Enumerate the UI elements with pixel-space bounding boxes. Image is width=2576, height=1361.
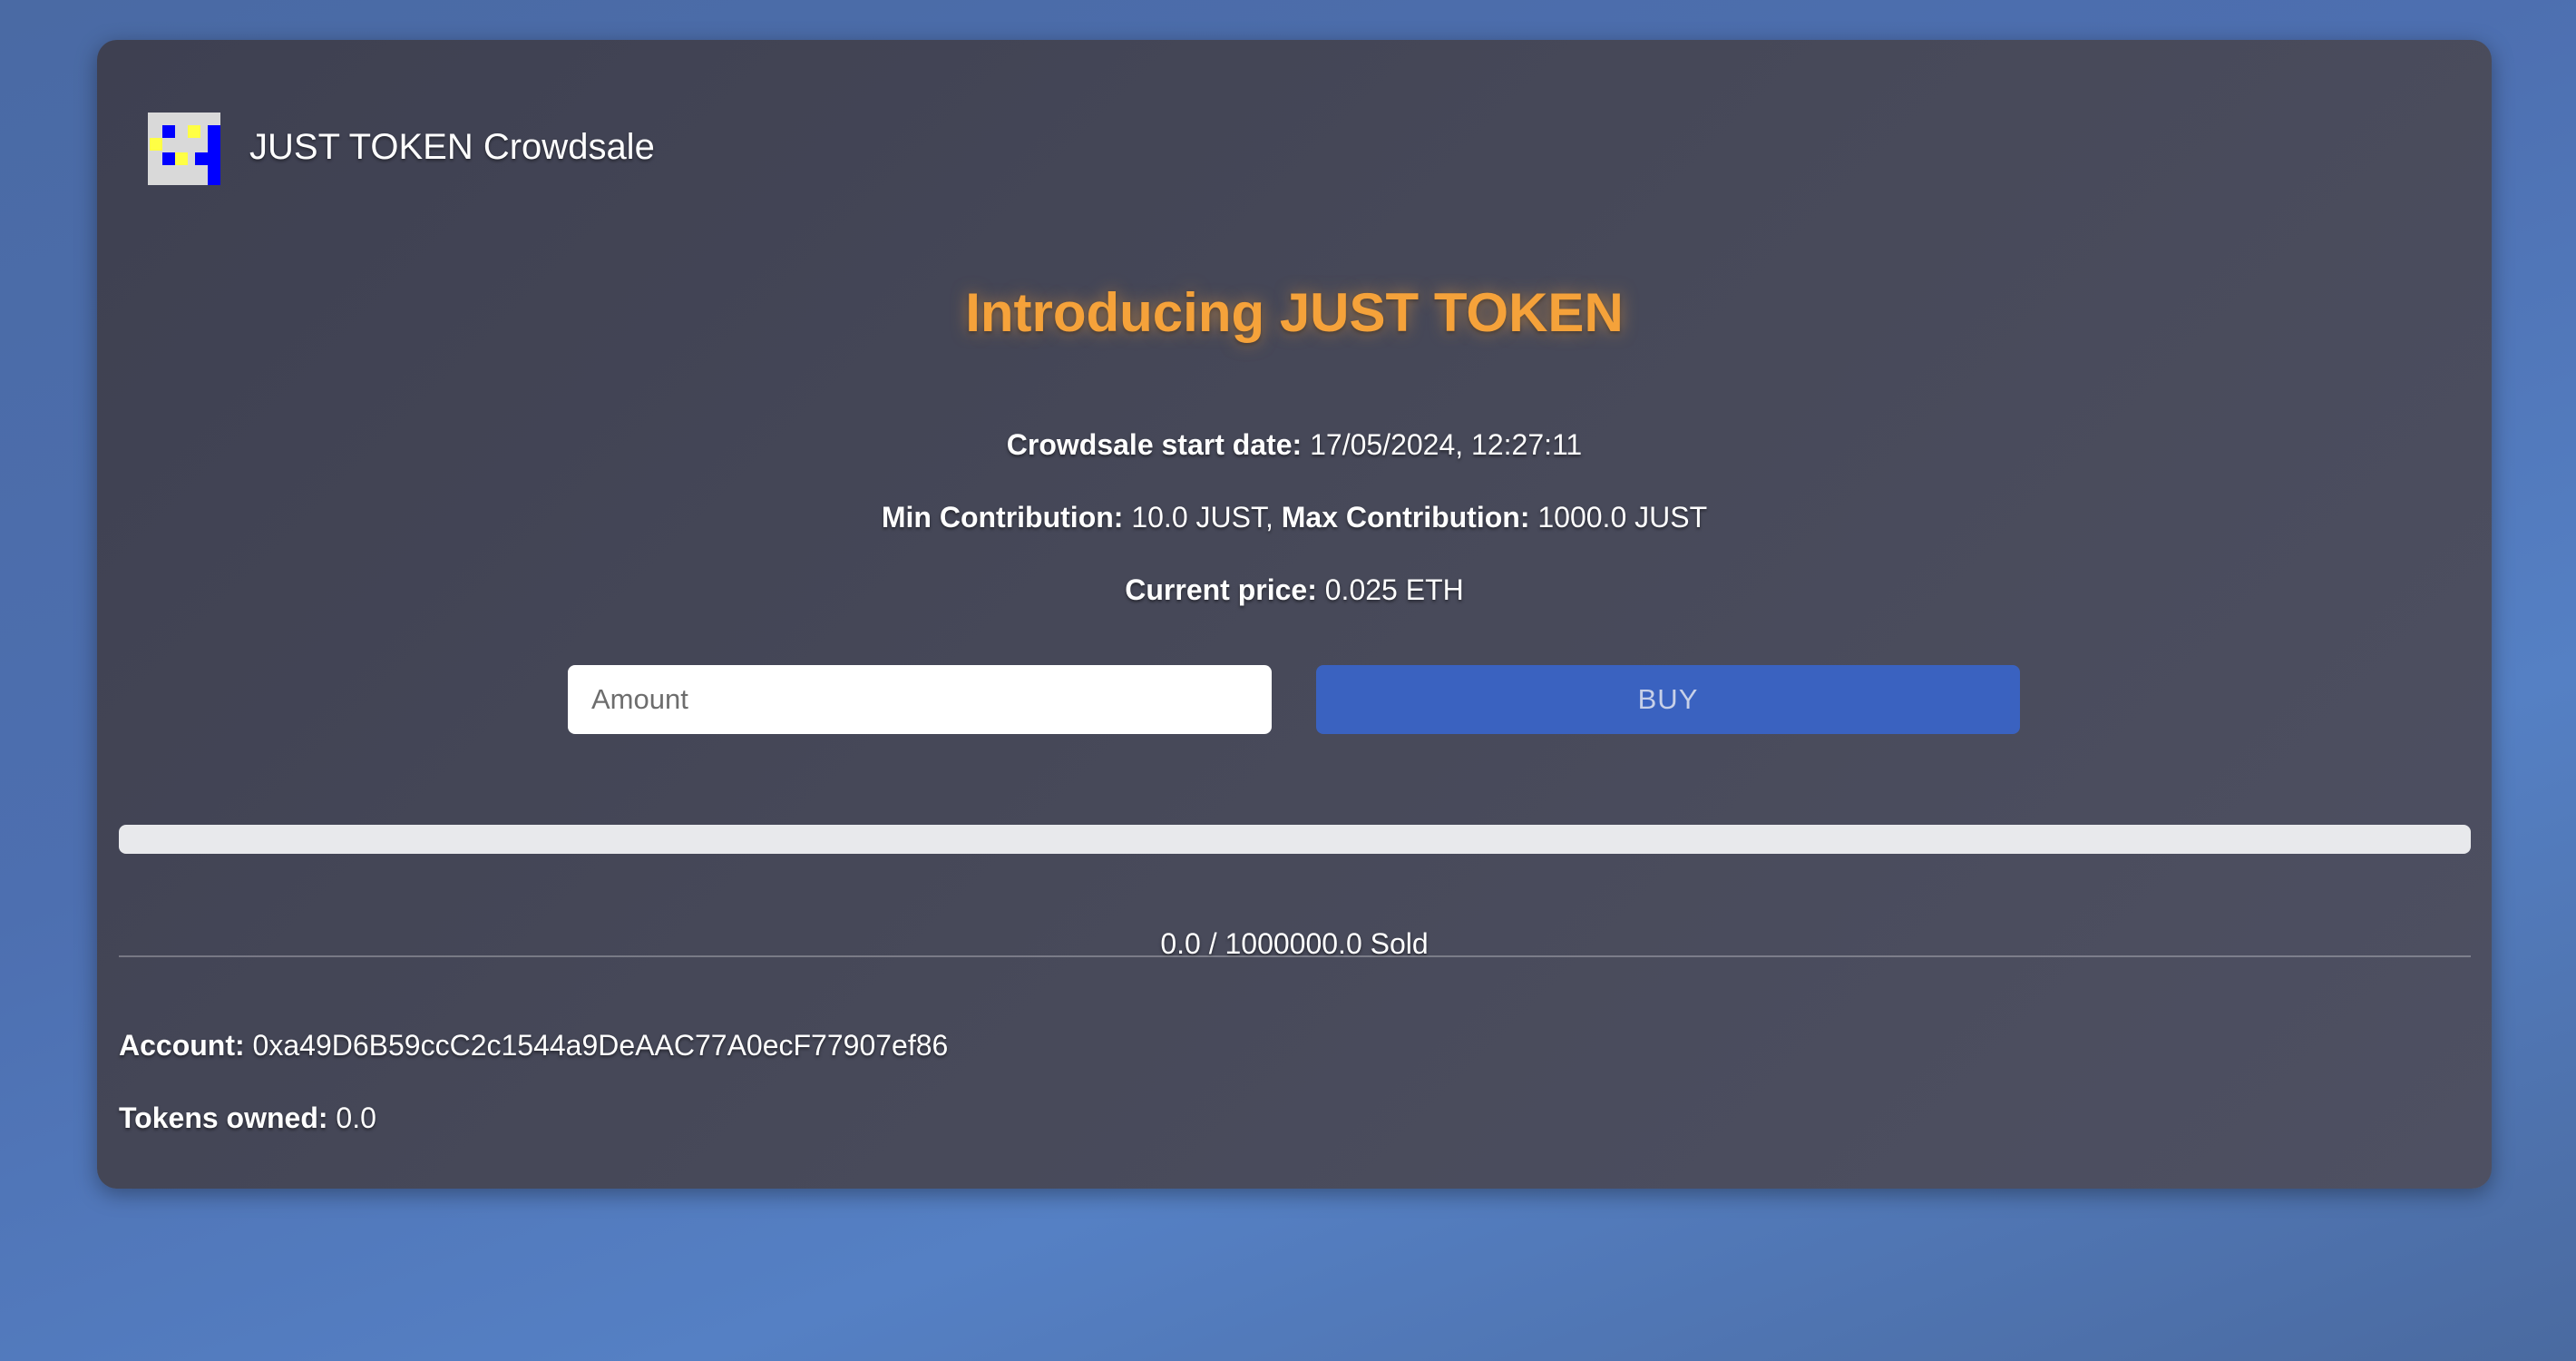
- account-line: Account: 0xa49D6B59ccC2c1544a9DeAAC77A0e…: [119, 1029, 948, 1062]
- brand-title: JUST TOKEN Crowdsale: [249, 127, 655, 167]
- hero-title: Introducing JUST TOKEN: [965, 282, 1624, 343]
- sale-progress-bar: [119, 825, 2471, 854]
- divider: [119, 955, 2471, 957]
- buy-button[interactable]: BUY: [1316, 665, 2020, 734]
- pixel-logo-icon: [148, 113, 220, 185]
- tokens-owned-line: Tokens owned: 0.0: [119, 1102, 376, 1135]
- crowdsale-card: JUST TOKEN Crowdsale Introducing JUST TO…: [97, 40, 2492, 1189]
- min-contribution-value: 10.0 JUST,: [1131, 501, 1273, 534]
- start-date-label: Crowdsale start date:: [1006, 428, 1303, 461]
- account-address: 0xa49D6B59ccC2c1544a9DeAAC77A0ecF77907ef…: [252, 1029, 949, 1062]
- amount-input[interactable]: [568, 665, 1272, 734]
- price-value: 0.025 ETH: [1324, 573, 1464, 606]
- min-contribution-label: Min Contribution:: [881, 501, 1124, 534]
- price-label: Current price:: [1125, 573, 1317, 606]
- start-date-value: 17/05/2024, 12:27:11: [1310, 428, 1583, 461]
- account-label: Account:: [119, 1029, 245, 1062]
- max-contribution-value: 1000.0 JUST: [1537, 501, 1708, 534]
- max-contribution-label: Max Contribution:: [1281, 501, 1530, 534]
- contribution-line: Min Contribution: 10.0 JUST, Max Contrib…: [97, 501, 2492, 534]
- start-date-line: Crowdsale start date: 17/05/2024, 12:27:…: [97, 428, 2492, 462]
- price-line: Current price: 0.025 ETH: [97, 573, 2492, 607]
- tokens-owned-label: Tokens owned:: [119, 1102, 328, 1134]
- tokens-owned-value: 0.0: [336, 1102, 376, 1134]
